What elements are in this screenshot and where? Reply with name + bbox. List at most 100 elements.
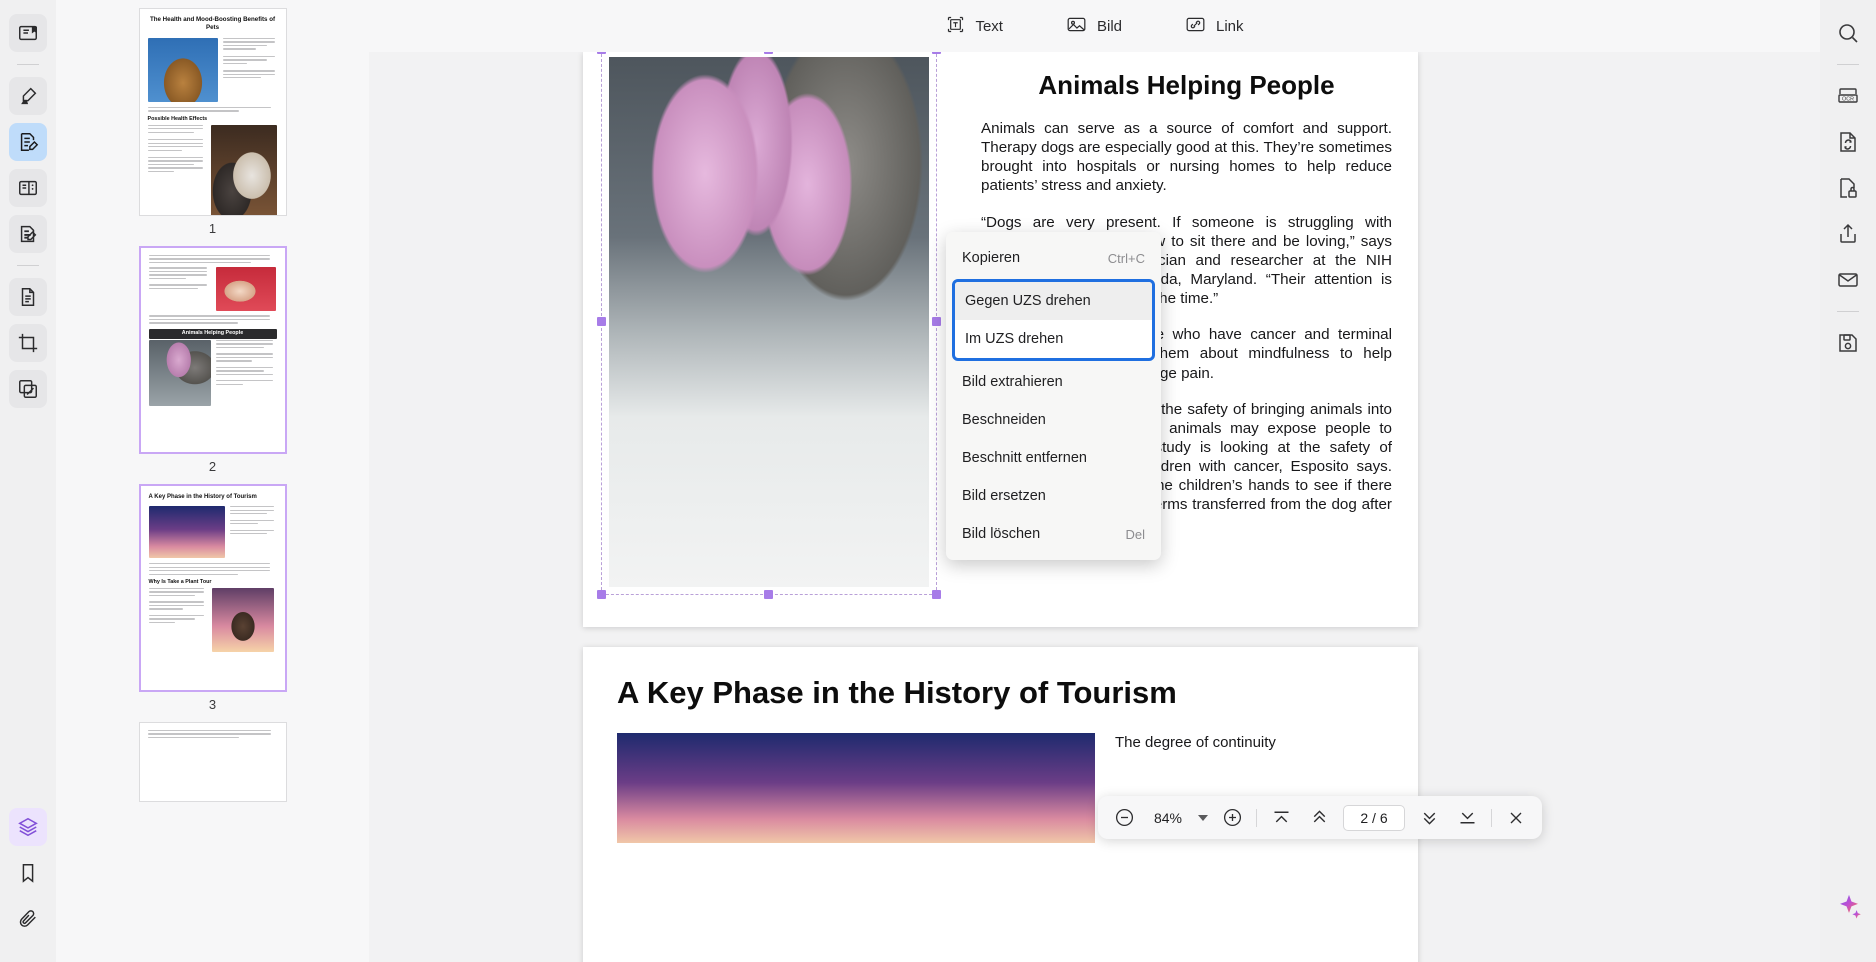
- toolbar-image-label: Bild: [1096, 17, 1122, 35]
- rail-divider-2: [17, 265, 39, 266]
- left-tool-rail: [0, 0, 56, 962]
- image-context-menu[interactable]: Kopieren Ctrl+C Gegen UZS drehen Im UZS …: [946, 232, 1161, 560]
- thumbnail-item[interactable]: [56, 722, 369, 802]
- viewer-bottom-toolbar: 84% 2 / 6: [1098, 796, 1542, 839]
- search-icon[interactable]: [1829, 14, 1867, 52]
- toolbar-text-button[interactable]: Text: [937, 10, 1011, 43]
- page-thumbnail-panel[interactable]: The Health and Mood-Boosting Benefits of…: [56, 0, 369, 962]
- context-menu-label: Im UZS drehen: [965, 331, 1064, 347]
- rail-divider: [17, 64, 39, 65]
- thumb-photo: [215, 267, 276, 312]
- thumb-text-block-2: [148, 267, 211, 311]
- chevron-down-icon[interactable]: [1198, 814, 1208, 821]
- page-image-area: [583, 52, 963, 627]
- zoom-out-button[interactable]: [1110, 804, 1138, 832]
- thumb-photo: [147, 37, 218, 102]
- highlighter-icon[interactable]: [9, 77, 47, 115]
- thumb-text-block: [222, 37, 278, 102]
- right-tool-rail: OCR: [1820, 0, 1876, 962]
- toolbar-divider-2: [1491, 808, 1492, 827]
- context-menu-item-remove-crop[interactable]: Beschnitt entfernen: [946, 439, 1161, 477]
- toolbar-image-button[interactable]: Bild: [1057, 10, 1130, 43]
- resize-handle-s[interactable]: [764, 590, 773, 599]
- bookmark-icon[interactable]: [9, 854, 47, 892]
- document-page-2[interactable]: Animals Helping People Animals can serve…: [583, 52, 1418, 627]
- share-icon[interactable]: [1829, 215, 1867, 253]
- thumbnail-page-3[interactable]: A Key Phase in the History of Tourism Wh…: [138, 484, 287, 692]
- context-menu-item-rotate-cw[interactable]: Im UZS drehen: [955, 320, 1152, 358]
- read-mode-icon[interactable]: [9, 14, 47, 52]
- context-menu-item-delete-image[interactable]: Bild löschen Del: [946, 515, 1161, 553]
- thumbnail-item[interactable]: Animals Helping People 2: [56, 246, 369, 478]
- page-layout-icon[interactable]: [9, 169, 47, 207]
- resize-handle-e[interactable]: [932, 317, 941, 326]
- thumb-text-block-2: [148, 587, 207, 652]
- thumb-subtitle: Why Is Take a Plant Tour: [148, 578, 212, 585]
- context-menu-label: Beschnitt entfernen: [962, 450, 1087, 466]
- context-menu-item-crop[interactable]: Beschneiden: [946, 401, 1161, 439]
- close-toolbar-button[interactable]: [1502, 804, 1530, 832]
- thumb-title: A Key Phase in the History of Tourism: [148, 494, 257, 500]
- top-toolbar: Text Bild Link: [369, 0, 1820, 52]
- thumb-photo-2: [211, 587, 274, 652]
- context-menu-shortcut: Del: [1125, 526, 1145, 542]
- resize-handle-ne[interactable]: [932, 52, 941, 54]
- link-icon: [1184, 14, 1207, 39]
- thumb-subtitle: Possible Health Effects: [147, 115, 208, 122]
- page3-title: A Key Phase in the History of Tourism: [617, 675, 1177, 710]
- resize-handle-se[interactable]: [932, 590, 941, 599]
- convert-icon[interactable]: [1829, 123, 1867, 161]
- rail-divider-2: [1837, 311, 1859, 312]
- thumb-text-block: [229, 506, 277, 558]
- save-icon[interactable]: [1829, 324, 1867, 362]
- thumbnail-page-1[interactable]: The Health and Mood-Boosting Benefits of…: [138, 8, 287, 216]
- ai-assistant-icon[interactable]: [1831, 888, 1867, 924]
- thumbnail-page-2[interactable]: Animals Helping People: [138, 246, 287, 454]
- resize-handle-nw[interactable]: [597, 52, 606, 54]
- rail-divider: [1837, 64, 1859, 65]
- context-menu-label: Gegen UZS drehen: [965, 293, 1091, 309]
- thumbnail-page-4[interactable]: [138, 722, 287, 802]
- protect-icon[interactable]: [1829, 169, 1867, 207]
- context-menu-label: Bild löschen: [962, 526, 1041, 542]
- page-paragraph: Animals can serve as a source of comfort…: [981, 120, 1392, 195]
- svg-text:OCR: OCR: [1842, 97, 1854, 103]
- last-page-button[interactable]: [1453, 804, 1481, 832]
- stamp-icon[interactable]: [9, 370, 47, 408]
- context-menu-label: Kopieren: [962, 250, 1021, 266]
- layers-icon[interactable]: [9, 808, 47, 846]
- ocr-icon[interactable]: OCR: [1829, 77, 1867, 115]
- context-menu-item-copy[interactable]: Kopieren Ctrl+C: [946, 239, 1161, 277]
- application-window: The Health and Mood-Boosting Benefits of…: [0, 0, 1876, 962]
- context-menu-item-extract-image[interactable]: Bild extrahieren: [946, 363, 1161, 401]
- page-number-input[interactable]: 2 / 6: [1343, 804, 1405, 831]
- previous-page-button[interactable]: [1305, 804, 1333, 832]
- document-viewer[interactable]: Animals Helping People Animals can serve…: [369, 52, 1820, 962]
- context-menu-item-replace-image[interactable]: Bild ersetzen: [946, 477, 1161, 515]
- zoom-level-value[interactable]: 84%: [1148, 810, 1188, 826]
- resize-handle-n[interactable]: [764, 52, 773, 54]
- context-menu-label: Bild ersetzen: [962, 488, 1046, 504]
- context-menu-item-rotate-ccw[interactable]: Gegen UZS drehen: [955, 282, 1152, 320]
- resize-handle-sw[interactable]: [597, 590, 606, 599]
- image-icon: [1065, 14, 1088, 39]
- email-icon[interactable]: [1829, 261, 1867, 299]
- edit-document-icon[interactable]: [9, 123, 47, 161]
- image-selection-box: [597, 52, 941, 599]
- thumbnail-item[interactable]: The Health and Mood-Boosting Benefits of…: [56, 8, 369, 240]
- thumb-photo-2: [210, 124, 277, 215]
- first-page-button[interactable]: [1267, 804, 1295, 832]
- attachment-icon[interactable]: [9, 900, 47, 938]
- thumbnail-number: 2: [208, 459, 217, 474]
- thumb-text-block-3: [215, 339, 277, 406]
- resize-handle-w[interactable]: [597, 317, 606, 326]
- thumb-title: The Health and Mood-Boosting Benefits of…: [149, 16, 276, 32]
- annotate-icon[interactable]: [9, 215, 47, 253]
- zoom-in-button[interactable]: [1218, 804, 1246, 832]
- thumbnail-item[interactable]: A Key Phase in the History of Tourism Wh…: [56, 484, 369, 716]
- page3-image[interactable]: [617, 733, 1095, 843]
- next-page-button[interactable]: [1415, 804, 1443, 832]
- page-organize-icon[interactable]: [9, 278, 47, 316]
- crop-icon[interactable]: [9, 324, 47, 362]
- toolbar-link-button[interactable]: Link: [1176, 10, 1252, 43]
